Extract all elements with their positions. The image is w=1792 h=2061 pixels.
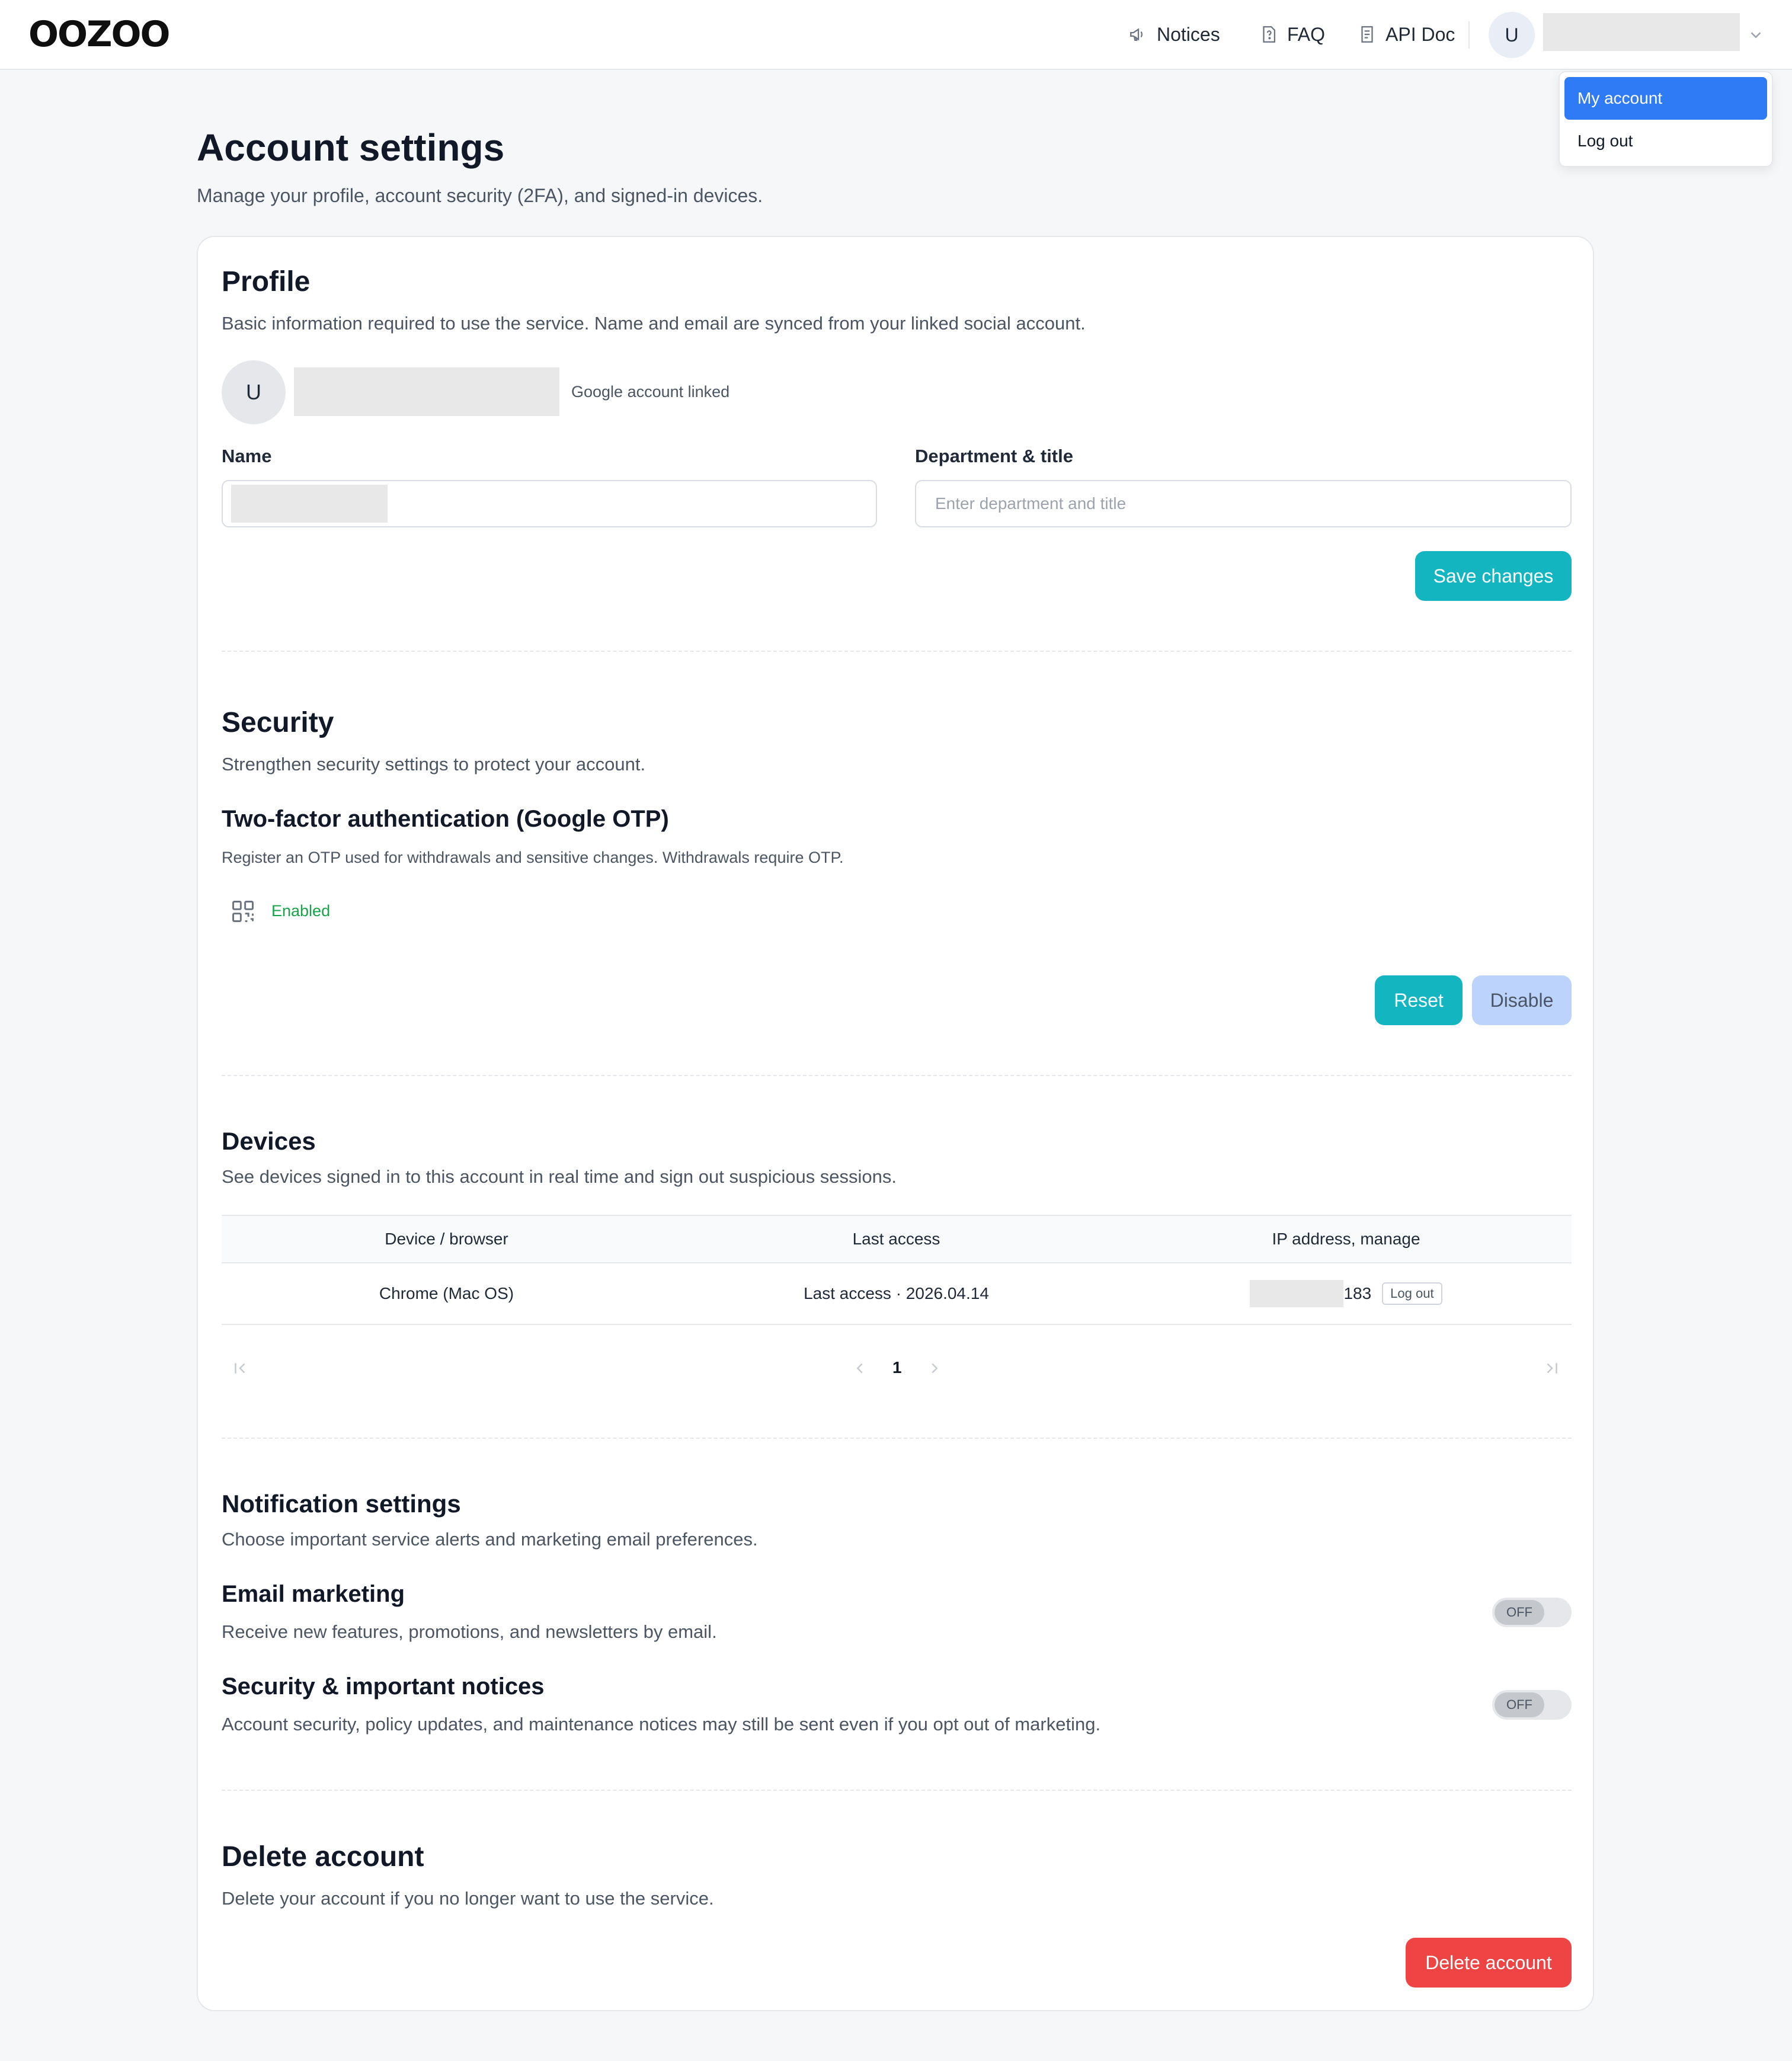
notifications-description: Choose important service alerts and mark… — [222, 1529, 758, 1550]
name-input[interactable] — [222, 480, 877, 527]
notifications-title: Notification settings — [222, 1490, 461, 1518]
section-divider — [222, 1790, 1572, 1791]
email-marketing-toggle[interactable]: OFF — [1492, 1598, 1572, 1627]
previous-page-icon[interactable] — [851, 1359, 869, 1377]
nav-faq-label: FAQ — [1287, 23, 1326, 45]
page-title: Account settings — [197, 126, 505, 169]
ip-redacted — [1250, 1280, 1344, 1307]
user-avatar[interactable]: U — [1489, 12, 1535, 58]
security-notices-title: Security & important notices — [222, 1673, 545, 1700]
profile-title: Profile — [222, 266, 311, 297]
security-title: Security — [222, 707, 334, 738]
devices-title: Devices — [222, 1127, 316, 1155]
top-bar: OOZOO Notices FAQ API Doc U — [0, 0, 1792, 70]
last-page-icon[interactable] — [1543, 1359, 1561, 1377]
column-header: IP address, manage — [1272, 1230, 1420, 1248]
nav-notices-label: Notices — [1157, 23, 1220, 45]
reset-otp-button[interactable]: Reset — [1375, 975, 1463, 1025]
current-page-number[interactable]: 1 — [892, 1358, 902, 1377]
menu-item-log-out[interactable]: Log out — [1564, 120, 1767, 162]
department-input[interactable] — [915, 480, 1572, 527]
twofa-title: Two-factor authentication (Google OTP) — [222, 806, 669, 832]
user-menu-dropdown: My account Log out — [1559, 71, 1773, 167]
page-subtitle: Manage your profile, account security (2… — [197, 185, 763, 206]
nav-faq[interactable]: FAQ — [1259, 18, 1325, 51]
next-page-icon[interactable] — [926, 1359, 943, 1377]
menu-item-my-account[interactable]: My account — [1564, 77, 1767, 120]
profile-description: Basic information required to use the se… — [222, 313, 1086, 334]
nav-api-doc[interactable]: API Doc — [1357, 18, 1455, 51]
save-changes-button[interactable]: Save changes — [1415, 551, 1572, 601]
ip-suffix: 183 — [1343, 1284, 1372, 1302]
qr-code-icon — [232, 901, 254, 922]
nav-notices[interactable]: Notices — [1128, 18, 1220, 51]
toggle-state-label: OFF — [1495, 1600, 1544, 1625]
security-description: Strengthen security settings to protect … — [222, 754, 646, 775]
chevron-down-icon[interactable] — [1747, 26, 1765, 44]
security-notices-description: Account security, policy updates, and ma… — [222, 1714, 1101, 1734]
google-linked-text: Google account linked — [571, 383, 730, 401]
nav-divider — [1468, 21, 1470, 49]
delete-account-button[interactable]: Delete account — [1406, 1938, 1572, 1988]
first-page-icon[interactable] — [231, 1359, 249, 1377]
device-cell: Chrome (Mac OS) — [379, 1284, 514, 1302]
device-logout-button[interactable]: Log out — [1382, 1282, 1442, 1305]
oozoo-logo[interactable]: OOZOO — [28, 13, 171, 56]
section-divider — [222, 1438, 1572, 1439]
devices-description: See devices signed in to this account in… — [222, 1166, 897, 1187]
table-row: Chrome (Mac OS) Last access · 2026.04.14… — [222, 1263, 1572, 1325]
profile-name-redacted — [294, 367, 559, 416]
delete-account-description: Delete your account if you no longer wan… — [222, 1888, 714, 1909]
delete-account-title: Delete account — [222, 1841, 424, 1873]
name-value-redacted — [231, 485, 388, 523]
devices-table: Device / browser Last access IP address,… — [222, 1215, 1572, 1325]
column-header: Last access — [852, 1230, 940, 1248]
ip-cell: 183 Log out — [1121, 1280, 1571, 1307]
profile-avatar: U — [222, 360, 286, 424]
toggle-state-label: OFF — [1495, 1692, 1544, 1717]
document-icon — [1361, 26, 1373, 43]
settings-card: Profile Basic information required to us… — [197, 236, 1594, 2011]
department-label: Department & title — [915, 446, 1073, 466]
faq-icon — [1263, 26, 1276, 43]
nav-api-doc-label: API Doc — [1385, 23, 1455, 45]
section-divider — [222, 1075, 1572, 1076]
twofa-status: Enabled — [271, 902, 331, 920]
megaphone-icon — [1130, 28, 1143, 41]
name-label: Name — [222, 446, 272, 466]
section-divider — [222, 651, 1572, 652]
email-marketing-description: Receive new features, promotions, and ne… — [222, 1621, 717, 1642]
last-access-cell: Last access · 2026.04.14 — [804, 1284, 989, 1302]
devices-table-header: Device / browser Last access IP address,… — [222, 1215, 1572, 1263]
twofa-description: Register an OTP used for withdrawals and… — [222, 849, 844, 866]
security-notices-toggle[interactable]: OFF — [1492, 1690, 1572, 1720]
email-marketing-title: Email marketing — [222, 1581, 405, 1607]
disable-otp-button[interactable]: Disable — [1472, 975, 1572, 1025]
column-header: Device / browser — [385, 1230, 508, 1248]
user-name-redacted[interactable] — [1543, 13, 1740, 51]
